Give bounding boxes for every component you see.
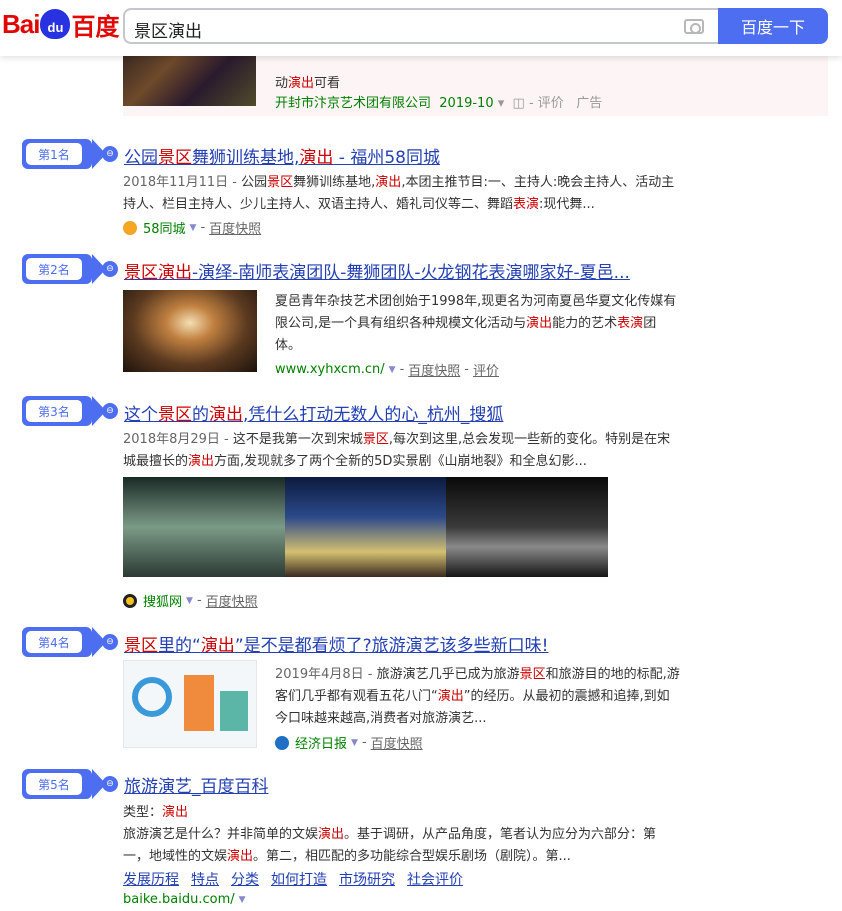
sohu-icon [123, 593, 137, 608]
jingji-ribao-icon [275, 735, 289, 750]
sublink[interactable]: 分类 [231, 869, 259, 889]
result-source: www.xyhxcm.cn/▼ - 百度快照 - 评价 [275, 360, 499, 379]
result-abstract: 夏邑青年杂技艺术团创始于1998年,现更名为河南夏邑华夏文化传媒有 限公司,是一… [275, 294, 677, 353]
sublink[interactable]: 特点 [191, 869, 219, 889]
snapshot-link[interactable]: 百度快照 [209, 218, 261, 237]
logo-text-en: Bai [2, 8, 40, 39]
result-title[interactable]: 景区演出-演绎-南师表演团队-舞狮团队-火龙钢花表演哪家好-夏邑... [124, 258, 630, 283]
result-source: 经济日报 ▼ - 百度快照 [275, 733, 423, 752]
sublink[interactable]: 如何打造 [271, 869, 327, 889]
result-abstract: 2018年8月29日 - 这不是我第一次到宋城景区,每次到这里,总会发现一些新的… [123, 432, 671, 469]
result-image[interactable] [123, 477, 285, 577]
result-title[interactable]: 公园景区舞狮训练基地,演出 - 福州58同城 [124, 143, 440, 168]
result-title[interactable]: 旅游演艺_百度百科 [124, 772, 269, 797]
result-title[interactable]: 这个景区的演出,凭什么打动无数人的心_杭州_搜狐 [124, 400, 503, 425]
sublink[interactable]: 市场研究 [339, 869, 395, 889]
snapshot-link[interactable]: 百度快照 [408, 360, 460, 379]
ad-company[interactable]: 开封市汴京艺术团有限公司 [275, 96, 431, 111]
link-icon: ⊖ [102, 403, 118, 419]
rank-badge: 第3名 ⊖ [22, 396, 118, 426]
sublink[interactable]: 社会评价 [407, 869, 463, 889]
snapshot-link[interactable]: 百度快照 [371, 733, 423, 752]
snapshot-link[interactable]: 百度快照 [206, 591, 258, 610]
result-thumbnail[interactable] [123, 660, 257, 748]
ad-date: 2019-10 [439, 96, 494, 111]
ad-thumbnail[interactable] [123, 56, 256, 106]
result-abstract: 类型：演出 旅游演艺是什么？并非简单的文娱演出。基于调研，从产品角度，笔者认为应… [123, 805, 657, 864]
link-icon: ⊖ [102, 146, 118, 162]
result-abstract: 2018年11月11日 - 公园景区舞狮训练基地,演出,本团主推节目:一、主持人… [123, 175, 675, 212]
baidu-logo[interactable]: Bai du 百度 [2, 6, 119, 42]
search-button[interactable]: 百度一下 [718, 8, 828, 44]
ad-review-link[interactable]: 评价 [538, 96, 564, 111]
rank-badge: 第1名 ⊖ [22, 139, 118, 169]
sublink[interactable]: 发展历程 [123, 869, 179, 889]
logo-text-cn: 百度 [71, 12, 120, 41]
result-source: 搜狐网 ▼ - 百度快照 [123, 591, 258, 610]
baike-sublinks: 发展历程 特点 分类 如何打造 市场研究 社会评价 [123, 869, 463, 889]
rank-badge: 第2名 ⊖ [22, 254, 118, 284]
ad-abstract: 动演出可看 [275, 76, 341, 91]
link-icon: ⊖ [102, 634, 118, 650]
ad-label: 广告 [576, 96, 603, 111]
result-abstract: 2019年4月8日 - 旅游演艺几乎已成为旅游景区和旅游目的地的标配,游 客们几… [275, 667, 680, 726]
paw-icon: du [40, 9, 71, 39]
result-image-strip[interactable] [123, 477, 609, 577]
site-58-icon [123, 220, 137, 235]
result-thumbnail[interactable] [123, 290, 257, 372]
link-icon: ⊖ [102, 261, 118, 277]
review-link[interactable]: 评价 [473, 360, 499, 379]
link-icon: ⊖ [102, 776, 118, 792]
result-source: baike.baidu.com/▼ [123, 892, 246, 907]
result-image[interactable] [284, 477, 447, 577]
result-image[interactable] [446, 477, 609, 577]
ad-meta: 开封市汴京艺术团有限公司 2019-10 ▾ ◫ - 评价 广告 [275, 96, 603, 111]
search-query: 景区演出 [134, 22, 202, 42]
camera-icon[interactable] [684, 19, 704, 34]
top-bar: Bai du 百度 景区演出 百度一下 [0, 0, 842, 56]
search-input[interactable]: 景区演出 [123, 8, 718, 44]
rank-badge: 第5名 ⊖ [22, 769, 118, 799]
result-title[interactable]: 景区里的“演出”是不是都看烦了?旅游演艺该多些新口味! [124, 631, 548, 656]
rank-badge: 第4名 ⊖ [22, 627, 118, 657]
result-source: 58同城 ▼ - 百度快照 [123, 218, 261, 237]
